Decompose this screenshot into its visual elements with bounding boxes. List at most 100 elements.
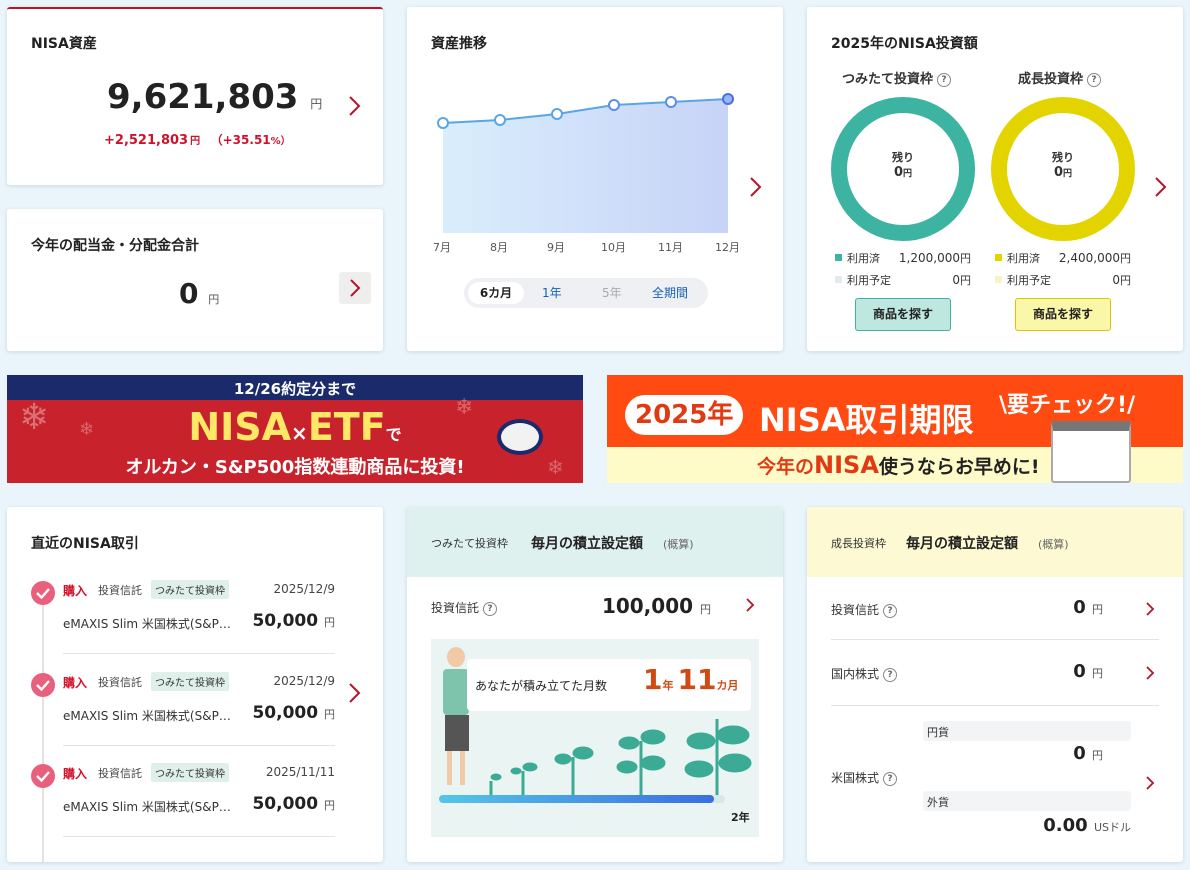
bottom-c: 使うならお早めに! [878, 456, 1040, 478]
trade-name: eMAXIS Slim 米国株式(S&P… [63, 617, 231, 631]
chevron-right-icon[interactable] [344, 93, 364, 119]
row-value: 0 [1073, 597, 1086, 618]
trade-kind: 投資信託 [98, 767, 142, 780]
chevron-right-icon[interactable] [1142, 663, 1158, 683]
chevron-right-icon[interactable] [1142, 599, 1158, 619]
tsumitate-search-button[interactable]: 商品を探す [855, 298, 951, 331]
tab-all[interactable]: 全期間 [652, 282, 688, 304]
legend-plan: 利用予定 0円 [835, 272, 971, 294]
plan-swatch [995, 276, 1002, 283]
row-value: 0 [1073, 661, 1086, 682]
tsumitate-remain: 残り 0円 [830, 149, 976, 180]
remain-value: 0円 [830, 165, 976, 180]
trade-type: 購入 [63, 676, 88, 690]
tsumitate-monthly-card[interactable]: つみたて投資枠 毎月の積立設定額 (概算) 投資信託? 100,000 円 あな… [407, 507, 783, 862]
fund-row[interactable]: 投資信託? 100,000 円 [407, 587, 783, 627]
chevron-right-icon[interactable] [1142, 773, 1158, 793]
divider [63, 653, 335, 654]
amount-value: 50,000 [252, 611, 319, 631]
nisa-assets-card[interactable]: NISA資産 9,621,803 円 +2,521,803 円 （+35.51%） [7, 7, 383, 185]
bottom-a: 今年の [757, 456, 815, 478]
banner-bottom-text: オルカン・S&P500指数連動商品に投資! [125, 457, 465, 478]
row-label-text: 投資信託 [831, 603, 880, 617]
remain-unit: 円 [903, 169, 913, 179]
us-stock-row[interactable]: 米国株式? 円貨 0 円 外貨 0.00 USドル [807, 719, 1183, 849]
chevron-right-icon[interactable] [1150, 174, 1170, 200]
trend-point [437, 117, 449, 129]
help-icon[interactable]: ? [483, 601, 498, 616]
tab-6month[interactable]: 6カ月 [468, 282, 524, 304]
help-icon[interactable]: ? [883, 667, 898, 682]
nisa-deadline-banner[interactable]: 2025年 NISA取引期限 \要チェック!/ 今年のNISA使うならお早めに! [607, 375, 1183, 483]
years-unit: 年 [662, 679, 674, 692]
asset-trend-card[interactable]: 資産推移 7月 8月 9月 10月 11月 12月 6カ月 1年 5年 全期間 [407, 7, 783, 351]
plan-amount: 0円 [1112, 272, 1131, 288]
growth-search-button[interactable]: 商品を探す [1015, 298, 1111, 331]
trade-amount: 50,000 円 [252, 611, 335, 631]
growth-monthly-card[interactable]: 成長投資枠 毎月の積立設定額 (概算) 投資信託? 0 円 国内株式? 0 円 … [807, 507, 1183, 862]
help-icon[interactable]: ? [1087, 72, 1102, 87]
banner-main-text: NISA取引期限 [759, 401, 974, 439]
header-title: 毎月の積立設定額 [531, 536, 643, 552]
banner-main: NISA×ETFで [7, 405, 583, 449]
trade-type: 購入 [63, 584, 88, 598]
plan-swatch [835, 276, 842, 283]
trade-date: 2025/12/9 [273, 582, 335, 596]
help-icon[interactable]: ? [883, 771, 898, 786]
growth-remain: 残り 0円 [990, 149, 1136, 180]
months-panel: あなたが積み立てた月数 1年 11カ月 2年 [431, 639, 759, 837]
fx-label: 外貨 [927, 796, 949, 809]
trade-item[interactable]: 購入 投資信託 つみたて投資枠 2025/12/9 eMAXIS Slim 米国… [7, 577, 383, 667]
row-label: 米国株式? [831, 769, 898, 786]
fund-row[interactable]: 投資信託? 0 円 [807, 589, 1183, 640]
trade-date: 2025/12/9 [273, 674, 335, 688]
chevron-right-icon[interactable] [745, 174, 765, 200]
header-title: 毎月の積立設定額 [906, 536, 1018, 552]
tab-1year[interactable]: 1年 [542, 282, 562, 304]
trade-name: eMAXIS Slim 米国株式(S&P… [63, 800, 231, 814]
trade-item[interactable]: 購入 投資信託 つみたて投資枠 2025/12/9 eMAXIS Slim 米国… [7, 669, 383, 759]
trade-amount: 50,000 円 [252, 703, 335, 723]
used-amount: 2,400,000円 [1059, 250, 1131, 266]
trend-chart [437, 93, 734, 233]
plan-unit: 円 [1120, 274, 1131, 287]
chevron-right-icon[interactable] [742, 595, 758, 615]
help-icon[interactable]: ? [937, 72, 952, 87]
dividend-card[interactable]: 今年の配当金・分配金合計 0 円 [7, 209, 383, 351]
used-label: 利用済 [1007, 252, 1040, 265]
card-header: 成長投資枠 毎月の積立設定額 (概算) [807, 507, 1183, 577]
rider-illustration [497, 419, 543, 455]
help-icon[interactable]: ? [883, 603, 898, 618]
legend-used: 利用済 2,400,000円 [995, 250, 1131, 272]
remain-number: 0 [893, 165, 904, 180]
domestic-stock-row[interactable]: 国内株式? 0 円 [807, 653, 1183, 706]
banner-etf: ETF [307, 405, 386, 449]
gain-pct: （+35.51 [210, 133, 271, 147]
dividend-chevron-button[interactable] [339, 272, 371, 304]
trade-name: eMAXIS Slim 米国株式(S&P… [63, 709, 231, 723]
tab-5year[interactable]: 5年 [602, 282, 622, 304]
used-label: 利用済 [847, 252, 880, 265]
dividend-unit: 円 [208, 293, 220, 306]
etf-campaign-banner[interactable]: 12/26約定分まで ❄ ❄ ❄ ❄ NISA×ETFで オルカン・S&P500… [7, 375, 583, 483]
x-tick-label: 9月 [547, 241, 565, 254]
x-tick-label: 12月 [715, 241, 740, 254]
recent-trades-card[interactable]: 直近のNISA取引 購入 投資信託 つみたて投資枠 2025/12/9 eMAX… [7, 507, 383, 862]
used-value: 2,400,000 [1058, 251, 1120, 265]
trend-point [608, 99, 620, 111]
amount-value: 50,000 [252, 794, 319, 814]
trade-item[interactable]: 購入 投資信託 つみたて投資枠 2025/11/11 eMAXIS Slim 米… [7, 760, 383, 850]
row-unit: 円 [1092, 667, 1103, 680]
sprouts-illustration [489, 719, 752, 797]
asset-value: 9,621,803 [107, 77, 299, 117]
used-swatch [995, 254, 1002, 261]
x-tick-label: 11月 [658, 241, 683, 254]
row-amount: 0 円 [1073, 597, 1103, 618]
banner-cross: × [291, 421, 308, 445]
row-label-text: 国内株式 [831, 667, 880, 681]
dividend-total: 0 円 [179, 277, 219, 310]
row-amount: 100,000 円 [602, 594, 711, 618]
banner-bottom-text: 今年のNISA使うならお早めに! [757, 451, 1040, 479]
chevron-right-icon[interactable] [344, 680, 364, 706]
nisa-2025-investment-card[interactable]: 2025年のNISA投資額 つみたて投資枠? 成長投資枠? 残り 0円 残り 0… [807, 7, 1183, 351]
